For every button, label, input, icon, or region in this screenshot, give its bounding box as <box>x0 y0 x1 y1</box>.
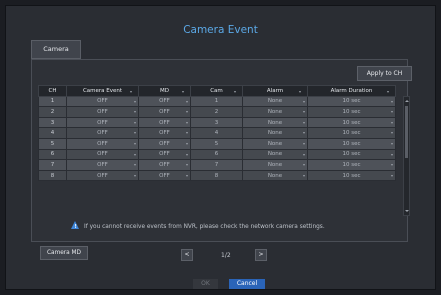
alarm-select[interactable]: None <box>242 169 308 182</box>
md-select[interactable]: OFF <box>138 159 191 171</box>
camera-event-select[interactable]: OFF <box>66 148 139 161</box>
camera-event-select[interactable]: OFF <box>66 137 139 150</box>
table-row[interactable]: 8 OFF OFF 8 None 10 sec <box>38 169 396 182</box>
table-row[interactable]: 6 OFF OFF 6 None 10 sec <box>38 148 396 161</box>
scroll-up-arrow-icon[interactable] <box>405 100 409 102</box>
camera-event-select[interactable]: OFF <box>66 169 139 182</box>
alarm-duration-select[interactable]: 10 sec <box>307 169 396 182</box>
alarm-duration-select[interactable]: 10 sec <box>307 116 396 129</box>
page-indicator: 1/2 <box>221 252 231 259</box>
column-header-alarm-duration[interactable]: Alarm Duration <box>307 85 396 97</box>
ch-cell: 8 <box>38 169 67 182</box>
column-header-camera-event[interactable]: Camera Event <box>66 85 139 97</box>
table-row[interactable]: 5 OFF OFF 5 None 10 sec <box>38 137 396 150</box>
alarm-select[interactable]: None <box>242 137 308 150</box>
cancel-button[interactable]: Cancel <box>229 279 265 289</box>
table-row[interactable]: 3 OFF OFF 3 None 10 sec <box>38 116 396 129</box>
ok-button[interactable]: OK <box>193 279 218 289</box>
ch-cell: 1 <box>38 95 67 108</box>
table-row[interactable]: 4 OFF OFF 4 None 10 sec <box>38 127 396 139</box>
cam-cell: 8 <box>190 169 243 182</box>
cam-cell: 1 <box>190 95 243 108</box>
md-select[interactable]: OFF <box>138 169 191 182</box>
dialog-title: Camera Event <box>183 24 258 36</box>
table-row[interactable]: 2 OFF OFF 2 None 10 sec <box>38 106 396 118</box>
column-header-md[interactable]: MD <box>138 85 191 97</box>
table-row[interactable]: 1 OFF OFF 1 None 10 sec <box>38 95 396 108</box>
md-select[interactable]: OFF <box>138 116 191 129</box>
alarm-duration-select[interactable]: 10 sec <box>307 148 396 161</box>
alarm-select[interactable]: None <box>242 159 308 171</box>
scrollbar-thumb[interactable] <box>405 106 408 158</box>
tab-camera[interactable]: Camera <box>31 40 81 59</box>
camera-event-select[interactable]: OFF <box>66 127 139 139</box>
ch-cell: 5 <box>38 137 67 150</box>
apply-to-ch-button[interactable]: Apply to CH <box>357 66 412 81</box>
ch-cell: 6 <box>38 148 67 161</box>
cam-cell: 2 <box>190 106 243 118</box>
column-header-ch: CH <box>38 85 67 97</box>
ch-cell: 3 <box>38 116 67 129</box>
column-header-cam[interactable]: Cam <box>190 85 243 97</box>
cam-cell: 4 <box>190 127 243 139</box>
camera-event-select[interactable]: OFF <box>66 116 139 129</box>
alarm-select[interactable]: None <box>242 116 308 129</box>
ch-cell: 2 <box>38 106 67 118</box>
camera-event-select[interactable]: OFF <box>66 106 139 118</box>
next-page-button[interactable]: > <box>255 249 267 261</box>
ch-cell: 7 <box>38 159 67 171</box>
ch-cell: 4 <box>38 127 67 139</box>
camera-event-select[interactable]: OFF <box>66 95 139 108</box>
alarm-duration-select[interactable]: 10 sec <box>307 159 396 171</box>
scroll-down-arrow-icon[interactable] <box>405 210 409 212</box>
md-select[interactable]: OFF <box>138 148 191 161</box>
cam-cell: 6 <box>190 148 243 161</box>
md-select[interactable]: OFF <box>138 137 191 150</box>
camera-event-select[interactable]: OFF <box>66 159 139 171</box>
alarm-duration-select[interactable]: 10 sec <box>307 95 396 108</box>
alarm-select[interactable]: None <box>242 148 308 161</box>
camera-md-button[interactable]: Camera MD <box>40 246 88 260</box>
md-select[interactable]: OFF <box>138 127 191 139</box>
alarm-select[interactable]: None <box>242 127 308 139</box>
alarm-select[interactable]: None <box>242 95 308 108</box>
previous-page-button[interactable]: < <box>181 249 193 261</box>
cam-cell: 3 <box>190 116 243 129</box>
camera-event-table: CH Camera Event MD Cam Alarm Alarm Durat… <box>38 85 396 182</box>
md-select[interactable]: OFF <box>138 106 191 118</box>
alarm-duration-select[interactable]: 10 sec <box>307 106 396 118</box>
md-select[interactable]: OFF <box>138 95 191 108</box>
alarm-select[interactable]: None <box>242 106 308 118</box>
table-scrollbar[interactable] <box>403 96 410 216</box>
alarm-duration-select[interactable]: 10 sec <box>307 127 396 139</box>
column-header-alarm[interactable]: Alarm <box>242 85 308 97</box>
alarm-duration-select[interactable]: 10 sec <box>307 137 396 150</box>
cam-cell: 5 <box>190 137 243 150</box>
table-row[interactable]: 7 OFF OFF 7 None 10 sec <box>38 159 396 171</box>
cam-cell: 7 <box>190 159 243 171</box>
notice-text: If you cannot receive events from NVR, p… <box>84 224 325 230</box>
